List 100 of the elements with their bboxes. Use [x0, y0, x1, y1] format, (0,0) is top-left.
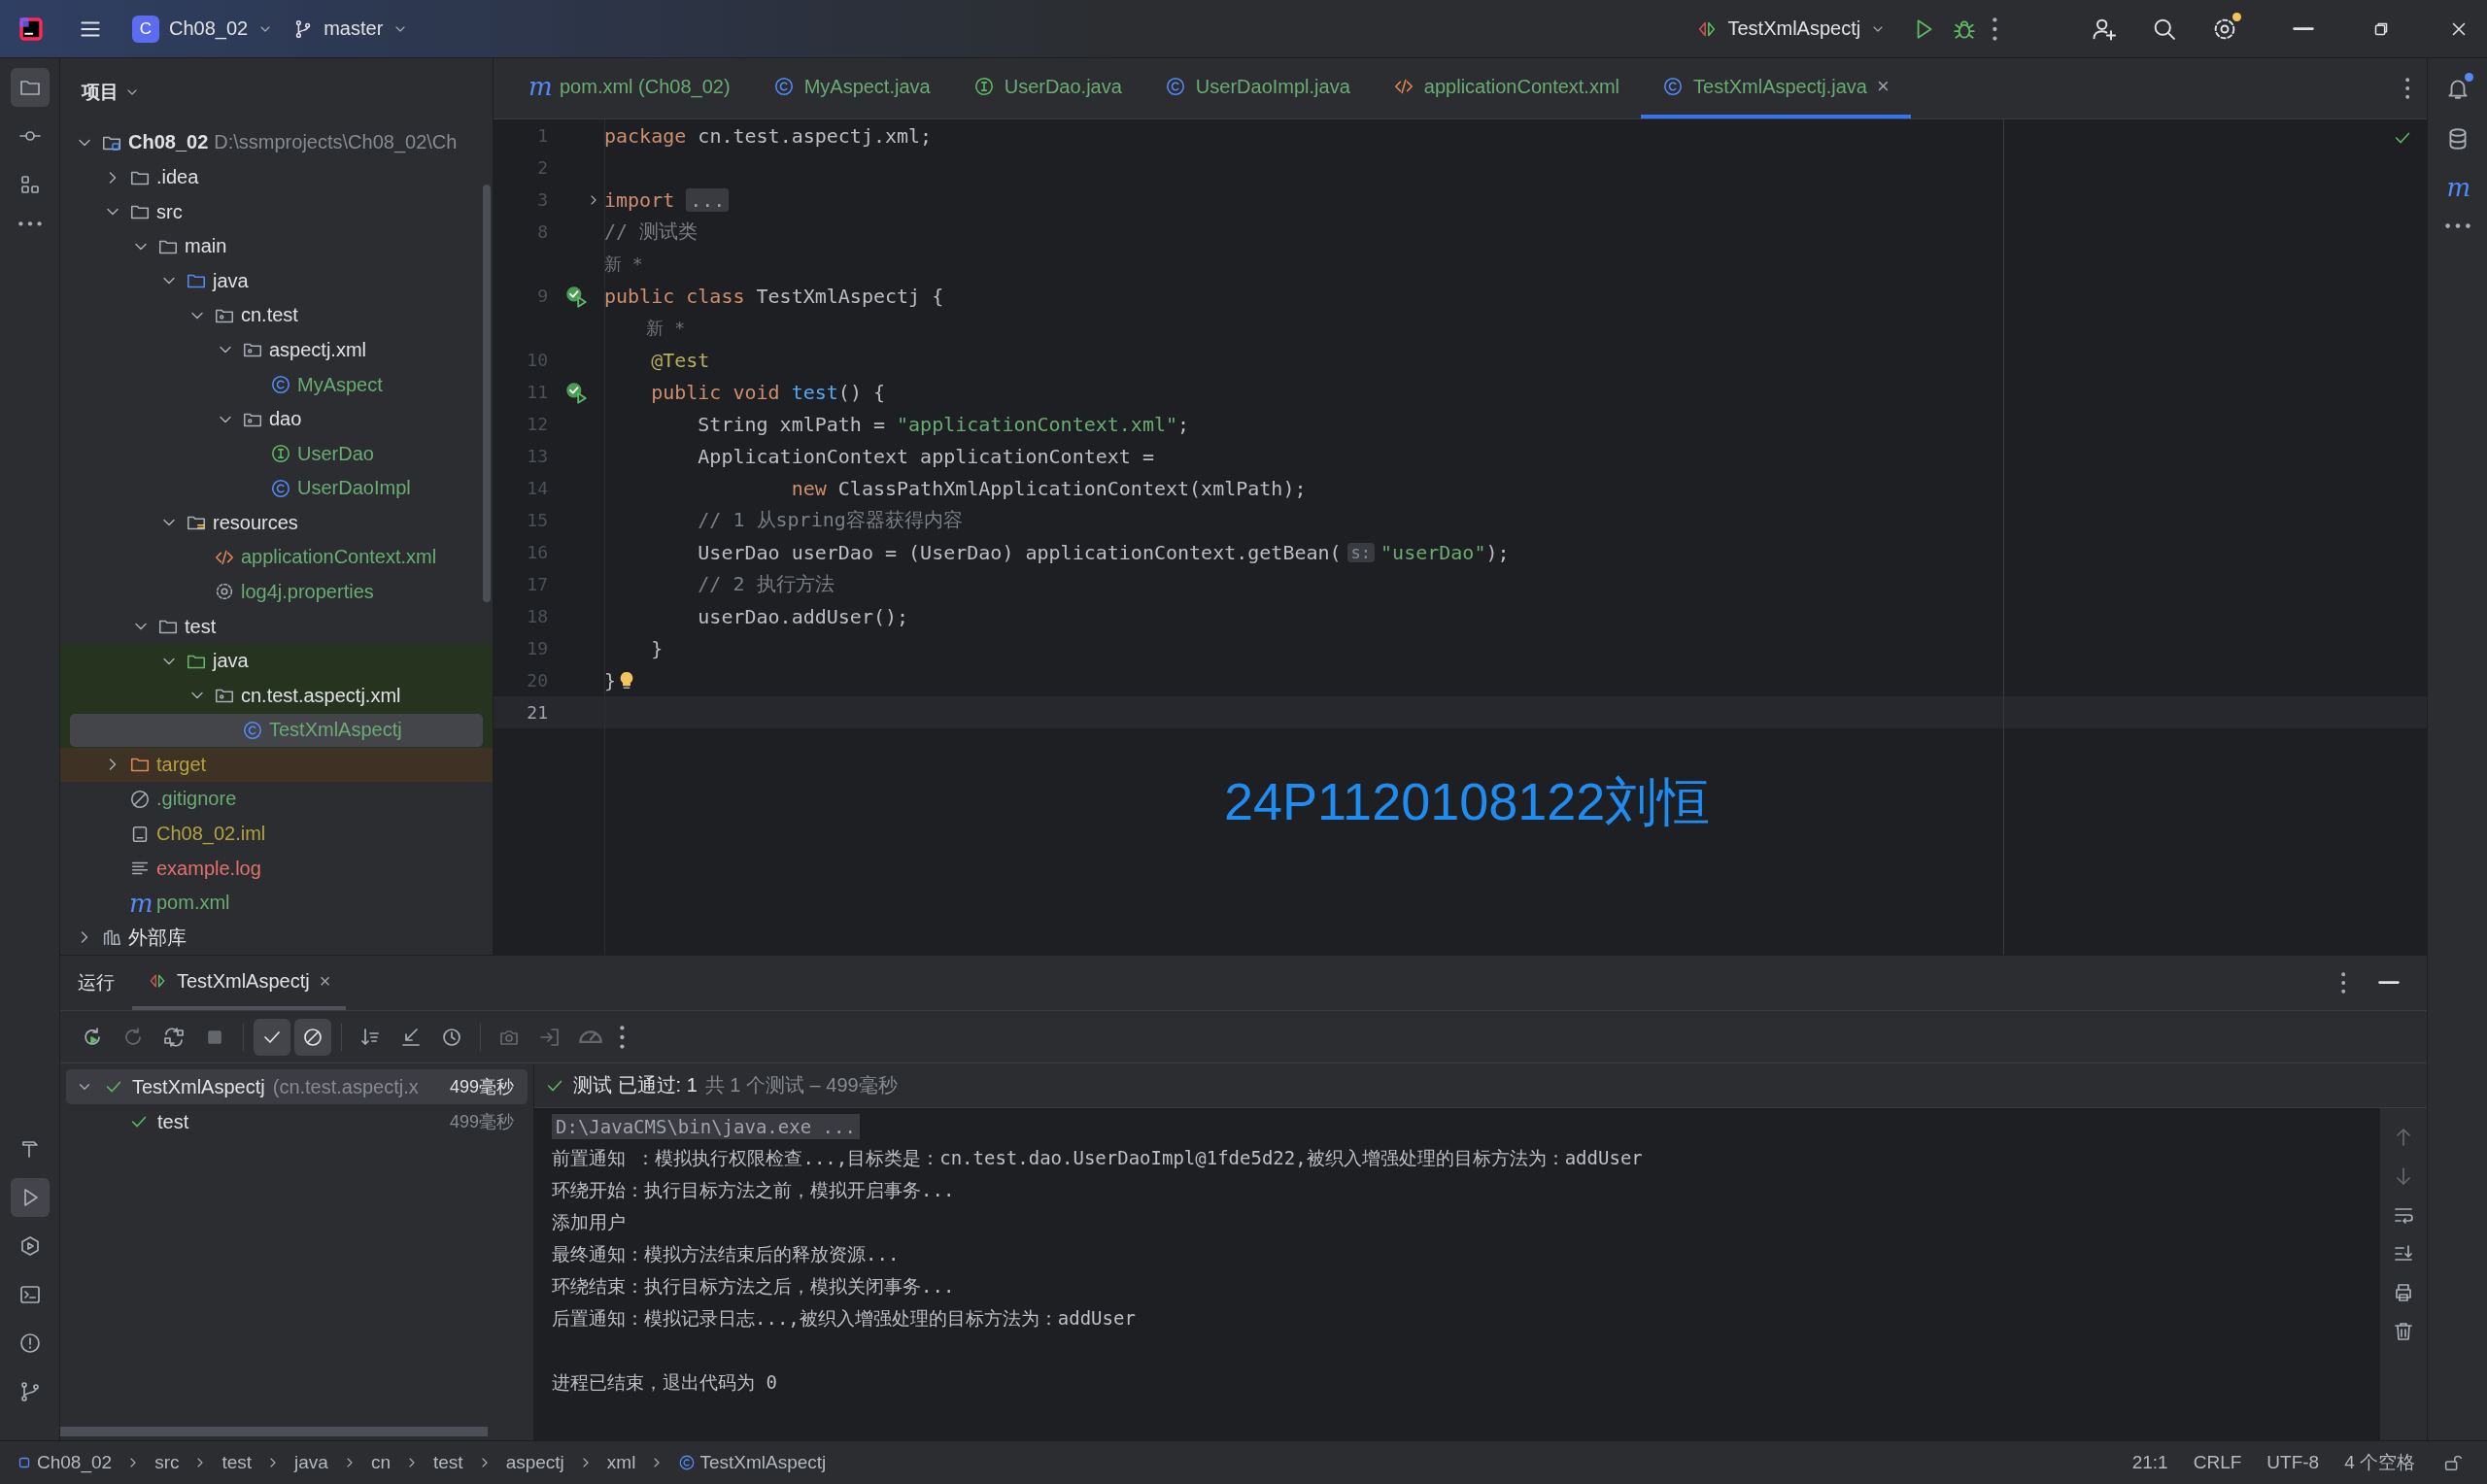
tree-item[interactable]: main [60, 228, 493, 264]
app-logo-icon [17, 15, 45, 43]
test-item[interactable]: TestXmlAspectj (cn.test.aspectj.x 499毫秒 [66, 1069, 528, 1104]
prohibited-icon [129, 788, 151, 810]
tree-item[interactable]: Ch08_02 D:\ssmprojects\Ch08_02\Ch [60, 125, 493, 160]
tree-item[interactable]: test [60, 609, 493, 644]
breadcrumb[interactable]: aspectj [505, 1452, 564, 1473]
close-tab-button[interactable]: × [1877, 74, 1890, 99]
tool-window-button[interactable] [10, 68, 50, 107]
tree-item[interactable]: src [60, 194, 493, 229]
code-text: package [604, 123, 687, 148]
file-name: UserDao [297, 442, 374, 465]
test-result: 测试 已通过: 1 [573, 1073, 698, 1097]
code-text: "userDao" [1380, 540, 1486, 564]
file-name: cn.test [241, 304, 298, 327]
run-tab[interactable]: TestXmlAspectj × [132, 956, 347, 1010]
breadcrumb[interactable]: TestXmlAspectj [678, 1452, 827, 1473]
tree-item[interactable]: log4j.properties [60, 574, 493, 610]
code-text: ); [1485, 540, 1510, 564]
file-name: 外部库 [128, 925, 187, 950]
file-name: log4j.properties [241, 580, 374, 603]
file-name: src [156, 200, 183, 223]
editor-tab[interactable]: TestXmlAspectj.java × [1641, 58, 1911, 118]
class-icon [772, 76, 795, 97]
file-encoding[interactable]: UTF-8 [2261, 1452, 2326, 1473]
tree-item[interactable]: 外部库 [60, 920, 493, 955]
editor-tab[interactable]: UserDao.java [951, 58, 1143, 118]
breadcrumb[interactable]: cn [370, 1452, 391, 1473]
class-icon [242, 719, 263, 741]
author-hint[interactable]: 新 * [604, 252, 643, 276]
indent-setting[interactable]: 4 个空格 [2338, 1450, 2421, 1475]
tree-item[interactable]: TestXmlAspectj [60, 713, 493, 748]
console-line: 后置通知：模拟记录日志...,被织入增强处理的目标方法为：addUser [552, 1305, 1136, 1331]
tool-window-button[interactable] [10, 1178, 50, 1217]
warning-circle-icon [17, 1332, 42, 1355]
caret-position[interactable]: 21:1 [2126, 1452, 2174, 1473]
tree-item[interactable]: UserDaoImpl [60, 470, 493, 506]
tree-item[interactable]: java [60, 263, 493, 299]
project-selector[interactable]: C Ch08_02 [122, 9, 284, 49]
breadcrumb[interactable]: test [221, 1452, 253, 1473]
tree-item[interactable]: target [60, 747, 493, 783]
more-icon [2444, 223, 2470, 229]
overlay-text: 24P1120108122刘恒 [1224, 771, 1711, 832]
editor-tab[interactable]: UserDaoImpl.java [1142, 58, 1372, 118]
code-text: // 1 从spring容器获得内容 [697, 507, 963, 533]
file-path: D:\ssmprojects\Ch08_02\Ch [214, 131, 458, 154]
code-text: cn.test.aspectj.xml; [697, 123, 933, 148]
breadcrumb[interactable]: Ch08_02 [16, 1452, 113, 1473]
toolbar-button[interactable] [294, 1018, 331, 1056]
breadcrumb[interactable]: xml [606, 1452, 636, 1473]
file-name: resources [213, 511, 298, 534]
tree-item[interactable]: .gitignore [60, 782, 493, 817]
line-ending[interactable]: CRLF [2187, 1452, 2248, 1473]
scrollbar[interactable] [60, 1427, 488, 1436]
tree-item[interactable]: example.log [60, 851, 493, 886]
folded-code[interactable]: ... [686, 187, 730, 212]
breadcrumb[interactable]: test [433, 1452, 463, 1473]
tree-item[interactable]: resources [60, 505, 493, 541]
code-text: new [790, 476, 827, 500]
tool-window-button[interactable]: m [2438, 169, 2476, 206]
close-tab-button[interactable]: × [319, 969, 331, 993]
project-view-selector[interactable]: 项目 [76, 78, 146, 106]
editor-tab[interactable]: MyAspect.java [751, 58, 952, 118]
run-config-selector[interactable]: TestXmlAspectj [1686, 12, 1896, 46]
breadcrumb[interactable]: java [294, 1452, 328, 1473]
class-icon [270, 374, 291, 395]
code-text: } [650, 636, 664, 660]
author-hint[interactable]: 新 * [604, 316, 686, 340]
tree-item[interactable]: m pom.xml [60, 885, 493, 921]
panel-title: 运行 [78, 971, 115, 995]
editor-tab[interactable]: m pom.xml (Ch08_02) [507, 58, 752, 118]
code-text: public class [604, 284, 745, 308]
tree-item[interactable]: cn.test [60, 298, 493, 333]
code-text: ClassPathXmlApplicationContext(xmlPath); [836, 476, 1307, 500]
tree-item[interactable]: Ch08_02.iml [60, 816, 493, 852]
file-name: java [213, 650, 249, 673]
tree-item[interactable]: applicationContext.xml [60, 540, 493, 575]
minimize-icon [2293, 26, 2314, 31]
test-item[interactable]: test 499毫秒 [66, 1104, 528, 1139]
tree-item[interactable]: cn.test.aspectj.xml [60, 678, 493, 713]
tree-item[interactable]: MyAspect [60, 367, 493, 402]
notification-dot [2464, 73, 2473, 82]
file-name: example.log [156, 857, 261, 880]
tree-item[interactable]: .idea [60, 159, 493, 195]
branch-selector[interactable]: master [283, 12, 419, 46]
file-name: MyAspect [297, 373, 383, 396]
toolbar-button[interactable] [254, 1018, 290, 1056]
breadcrumb[interactable]: src [154, 1452, 180, 1473]
editor-tab[interactable]: applicationContext.xml [1371, 58, 1642, 118]
test-duration: 499毫秒 [449, 1076, 514, 1098]
terminal-icon [17, 1283, 42, 1306]
scrollbar[interactable] [483, 185, 491, 602]
tree-item[interactable]: java [60, 643, 493, 679]
file-name: aspectj.xml [269, 338, 367, 361]
tree-item[interactable]: dao [60, 401, 493, 437]
minimize-icon [2378, 981, 2400, 985]
interface-icon [270, 443, 291, 465]
code-text: TestXmlAspectj { [755, 284, 944, 308]
tree-item[interactable]: UserDao [60, 436, 493, 471]
tree-item[interactable]: aspectj.xml [60, 332, 493, 368]
